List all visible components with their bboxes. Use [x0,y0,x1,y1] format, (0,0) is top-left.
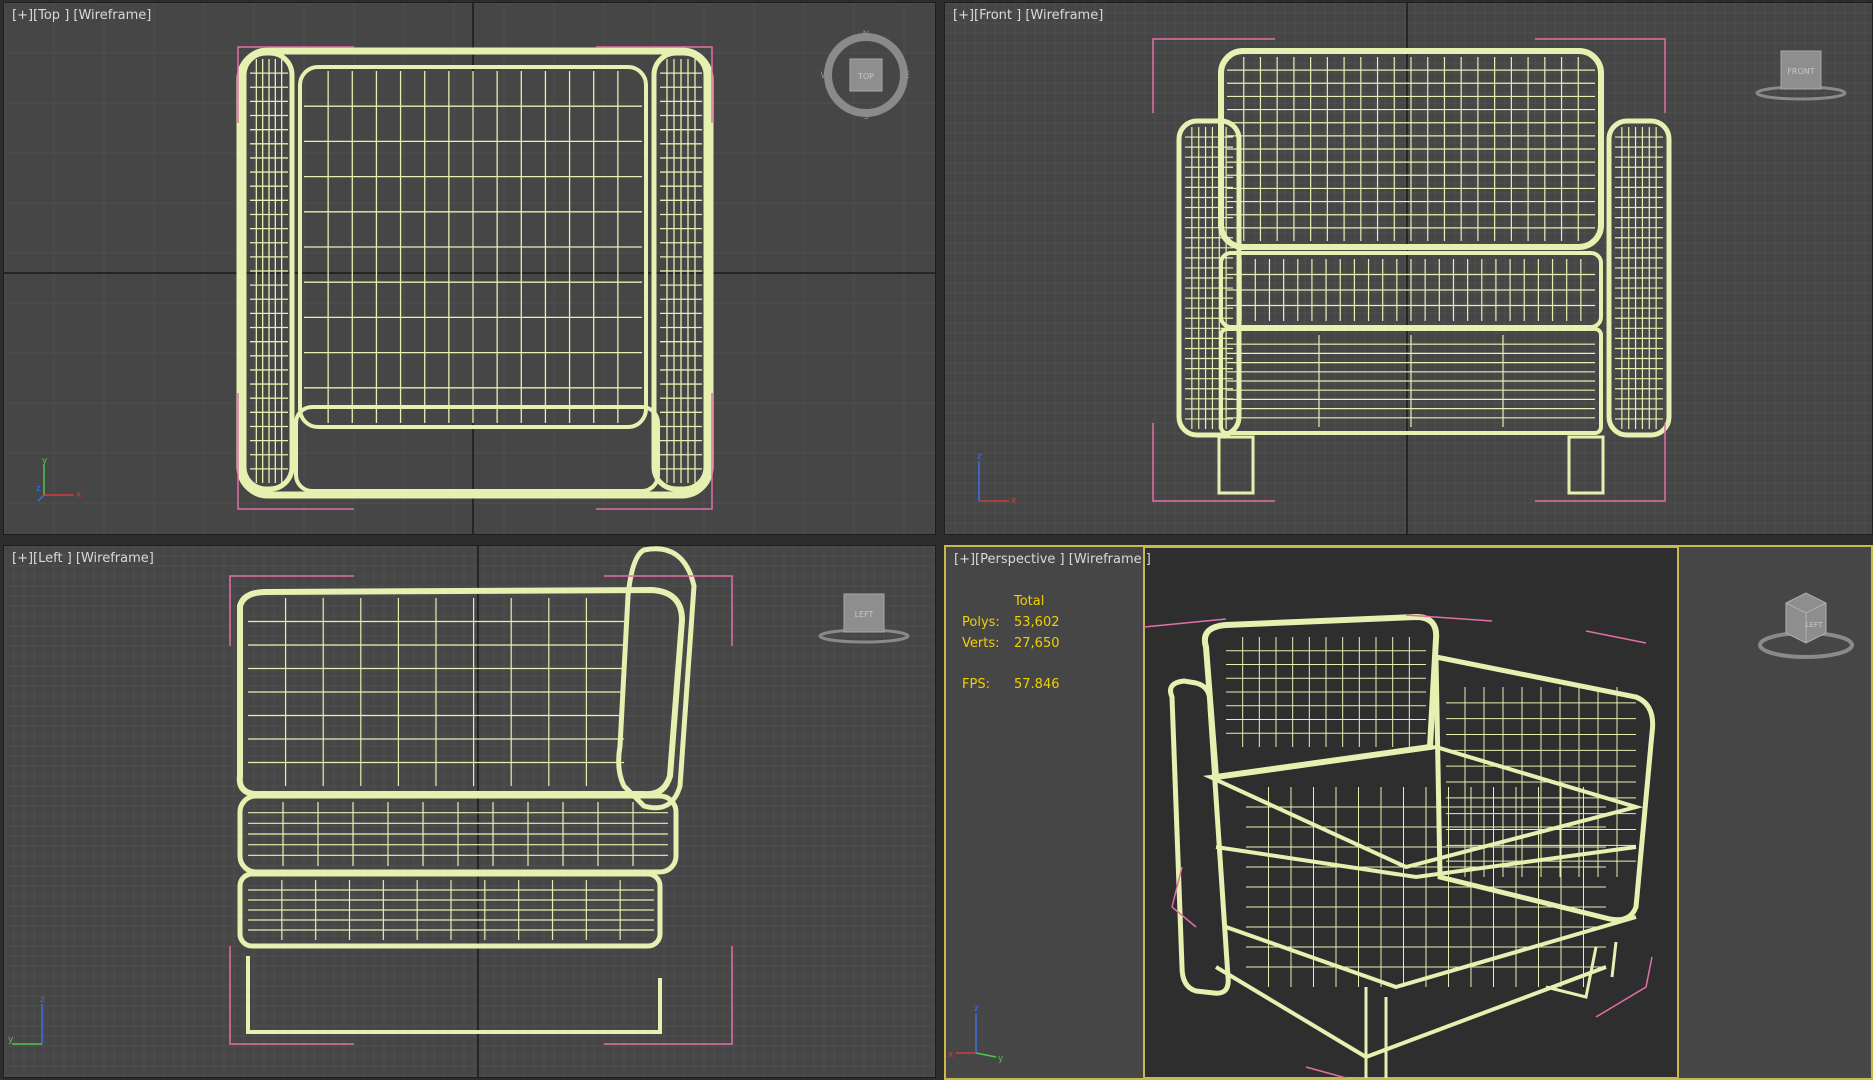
svg-text:y: y [42,456,48,466]
svg-text:z: z [36,484,41,494]
stats-total-header: Total [1014,594,1045,609]
viewcube-left[interactable]: LEFT [814,590,914,646]
scene-statistics: Total Polys: 53,602 Verts: 27,650 FPS: 57.8… [962,591,1094,695]
viewport-top[interactable]: [+][Top ] [Wireframe] TOP N S E W y x z [3,2,936,535]
left-view-canvas[interactable] [4,546,936,1078]
svg-text:z: z [974,1004,979,1014]
svg-text:y: y [998,1054,1004,1064]
stats-fps-value: 57.846 [1014,677,1060,692]
svg-text:z: z [977,452,982,462]
viewport-view-name[interactable]: [Perspective ] [975,552,1065,567]
svg-text:x: x [1011,496,1017,506]
viewport-shading-mode[interactable]: [Wireframe] [1025,8,1103,23]
axis-tripod-perspective: z x y [948,1004,1004,1064]
viewport-shading-mode[interactable]: [Wireframe] [73,8,151,23]
svg-text:TOP: TOP [857,72,874,81]
viewport-view-name[interactable]: [Left ] [33,551,72,566]
axis-tripod-left: z y [8,995,45,1045]
svg-text:S: S [863,112,869,121]
svg-text:LEFT: LEFT [855,610,874,619]
viewport-menu-plus[interactable]: [+] [953,8,974,23]
top-view-canvas[interactable] [4,3,936,535]
svg-text:E: E [904,71,910,81]
svg-text:x: x [76,490,82,500]
viewport-menu-plus[interactable]: [+] [954,552,975,567]
svg-text:y: y [8,1035,14,1045]
svg-text:W: W [821,71,830,81]
front-view-canvas[interactable] [945,3,1873,535]
viewport-menu-plus[interactable]: [+] [12,8,33,23]
stats-polys-label: Polys: [962,615,1000,630]
viewport-label-perspective[interactable]: [+][Perspective ] [Wireframe ] [954,552,1151,567]
viewport-front[interactable]: [+][Front ] [Wireframe] FRONT z x [944,2,1873,535]
viewcube-perspective[interactable]: LEFT [1754,583,1858,663]
svg-text:N: N [863,30,870,40]
svg-text:z: z [40,995,45,1005]
svg-text:x: x [948,1050,954,1060]
viewcube-front[interactable]: FRONT [1751,47,1851,103]
viewport-label-left[interactable]: [+][Left ] [Wireframe] [12,551,154,566]
stats-verts-value: 27,650 [1014,636,1060,651]
viewport-workspace: [+][Top ] [Wireframe] TOP N S E W y x z [0,0,1873,1080]
svg-text:LEFT: LEFT [1806,621,1823,629]
stats-verts-label: Verts: [962,636,1000,651]
viewport-shading-mode[interactable]: [Wireframe] [76,551,154,566]
viewport-label-top[interactable]: [+][Top ] [Wireframe] [12,8,151,23]
stats-polys-value: 53,602 [1014,615,1060,630]
axis-tripod-front: z x [977,452,1017,506]
viewport-menu-plus[interactable]: [+] [12,551,33,566]
viewport-view-name[interactable]: [Top ] [33,8,69,23]
viewport-perspective[interactable]: [+][Perspective ] [Wireframe ] Total Pol… [944,545,1873,1080]
viewport-label-front[interactable]: [+][Front ] [Wireframe] [953,8,1103,23]
svg-text:FRONT: FRONT [1787,67,1814,76]
stats-fps-label: FPS: [962,677,990,692]
axis-tripod-top: y x z [36,456,82,502]
viewport-view-name[interactable]: [Front ] [974,8,1021,23]
viewport-left[interactable]: [+][Left ] [Wireframe] LEFT z y [3,545,936,1078]
viewcube-compass-top[interactable]: TOP N S E W [820,29,912,121]
viewport-shading-mode[interactable]: [Wireframe ] [1069,552,1151,567]
